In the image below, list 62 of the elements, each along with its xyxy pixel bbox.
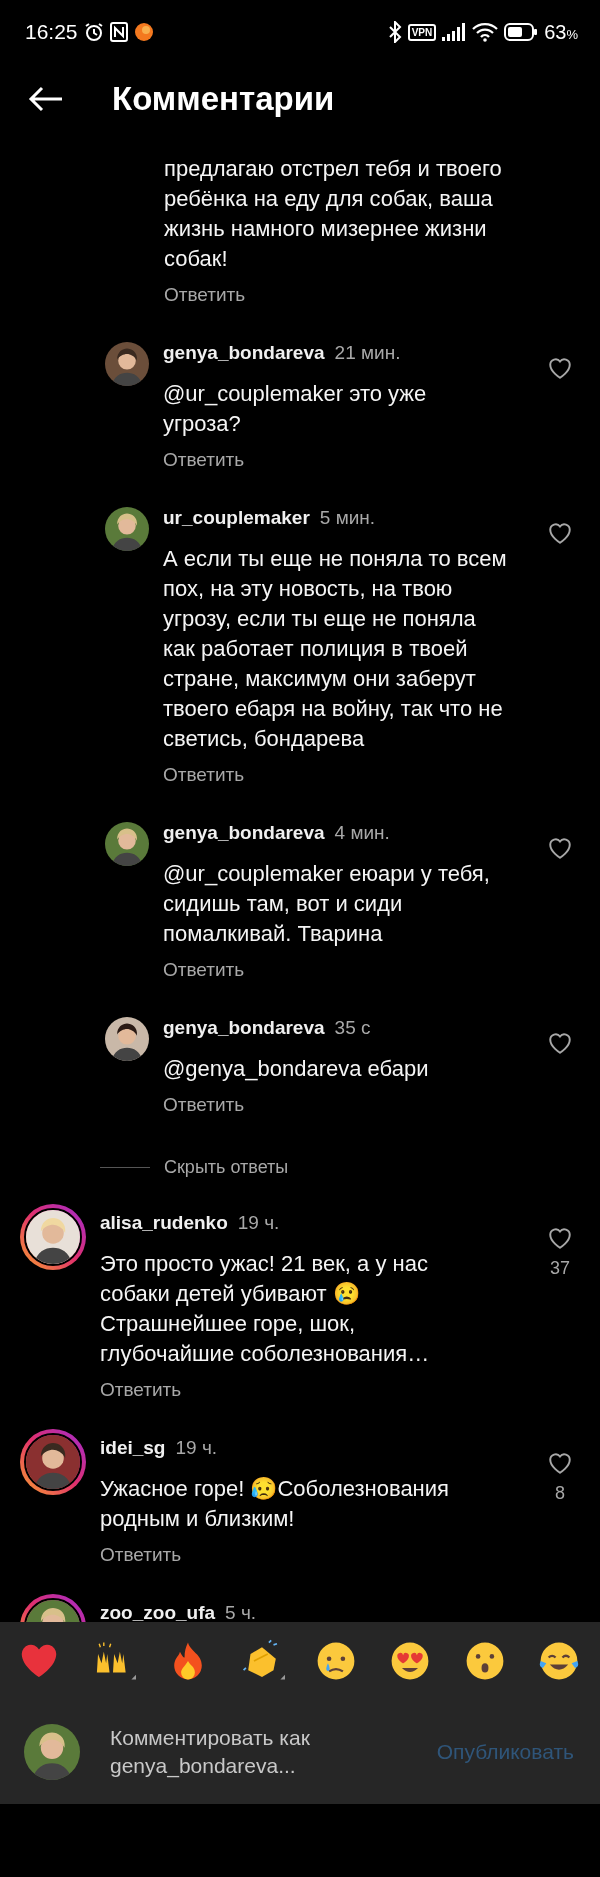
- like-count: 8: [555, 1483, 565, 1504]
- like-button[interactable]: [547, 356, 573, 380]
- comment-text: @genya_bondareva ебари: [163, 1055, 430, 1083]
- like-button[interactable]: [547, 1451, 573, 1475]
- comment-input-field[interactable]: Комментировать как genya_bondareva...: [110, 1724, 360, 1780]
- comment-time: 19 ч.: [175, 1437, 218, 1459]
- page-title: Комментарии: [112, 80, 335, 118]
- bluetooth-icon: [387, 21, 402, 43]
- reply-button[interactable]: Ответить: [163, 955, 245, 985]
- avatar[interactable]: [105, 507, 149, 551]
- comment-username[interactable]: idei_sg: [100, 1437, 166, 1459]
- comment-time: 19 ч.: [237, 1212, 280, 1234]
- avatar[interactable]: [105, 1017, 149, 1061]
- reply-button[interactable]: Ответить: [163, 760, 245, 790]
- alarm-clock-icon: [83, 22, 104, 42]
- like-button[interactable]: [547, 1226, 573, 1250]
- comment-time: 35 с: [334, 1017, 371, 1039]
- battery-percent: 63: [544, 20, 567, 43]
- comment-text: А если ты еще не поняла то всем пох, на эту новость, на твою угрозу, если ты еще не поняла как работает полиция в твоей стране, максимум они заберут твоего ебаря на войну, так что не светись, бондарева: [163, 545, 508, 753]
- reply-button[interactable]: Ответить: [100, 1375, 182, 1405]
- comment-username[interactable]: ur_couplemaker: [163, 507, 310, 529]
- heart-icon: [547, 1226, 573, 1250]
- comment-text: Ужасное горе! 😥Соболезнования родным и близким!: [100, 1475, 450, 1533]
- comment-username[interactable]: alisa_rudenko: [100, 1212, 228, 1234]
- reply-button[interactable]: Ответить: [164, 280, 246, 310]
- heart-icon: [547, 1031, 573, 1055]
- like-button[interactable]: [547, 521, 573, 545]
- comment-text: @ur_couplemaker еюари у тебя, сидишь там, вот и сиди помалкивай. Тварина: [163, 860, 491, 948]
- comment-username[interactable]: genya_bondareva: [163, 822, 325, 844]
- comment-username[interactable]: genya_bondareva: [163, 1017, 325, 1039]
- heart-icon: [547, 521, 573, 545]
- reply-button[interactable]: Ответить: [163, 1090, 245, 1120]
- avatar[interactable]: [105, 822, 149, 866]
- comment-text: Это просто ужас! 21 век, а у нас собаки детей убивают 😢 Страшнейшее горе, шок, глубочайшие соболезнования…: [100, 1250, 431, 1368]
- comment-text: предлагаю отстрел тебя и твоего ребёнка на еду для собак, ваша жизнь намного мизернее жизни собак!: [164, 155, 503, 273]
- avatar[interactable]: [24, 1724, 80, 1780]
- comment-time: 21 мин.: [334, 342, 401, 364]
- back-arrow-icon: [28, 86, 64, 112]
- heart-icon: [547, 836, 573, 860]
- comment-username[interactable]: genya_bondareva: [163, 342, 325, 364]
- comment-time: 4 мин.: [334, 822, 390, 844]
- heart-icon: [547, 356, 573, 380]
- notification-dot-icon: [133, 22, 154, 42]
- like-button[interactable]: [547, 836, 573, 860]
- hide-replies-button[interactable]: Скрыть ответы: [164, 1156, 289, 1178]
- battery-icon: [504, 23, 539, 41]
- comment-username[interactable]: zoo_zoo_ufa: [100, 1602, 216, 1622]
- percent-sign: %: [566, 26, 578, 42]
- nfc-icon: [109, 22, 128, 42]
- status-time: 16:25: [25, 20, 78, 44]
- reply-button[interactable]: Ответить: [100, 1540, 182, 1570]
- vpn-indicator: VPN: [407, 23, 437, 41]
- comment-text: @ur_couplemaker это уже угроза?: [163, 380, 428, 438]
- wifi-icon: [472, 22, 499, 42]
- avatar[interactable]: [105, 342, 149, 386]
- comment-time: 5 ч.: [225, 1602, 257, 1622]
- heart-icon: [547, 1451, 573, 1475]
- signal-icon: [442, 23, 467, 41]
- reply-button[interactable]: Ответить: [163, 445, 245, 475]
- comment-time: 5 мин.: [319, 507, 376, 529]
- like-button[interactable]: [547, 1031, 573, 1055]
- like-count: 37: [550, 1258, 570, 1279]
